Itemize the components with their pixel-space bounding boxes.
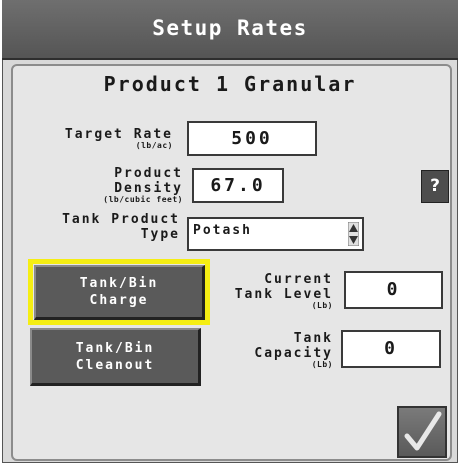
selection-highlight [28, 259, 210, 325]
checkmark-icon [404, 411, 442, 451]
confirm-button[interactable] [397, 406, 447, 458]
product-title: Product 1 Granular [103, 72, 357, 96]
product-density-label: Product Density (lb/cubic feet) [103, 166, 183, 204]
help-button[interactable]: ? [421, 170, 449, 203]
tank-bin-cleanout-button[interactable]: Tank/Bin Cleanout [30, 328, 201, 386]
current-tank-level-label: Current Tank Level (Lb) [234, 272, 333, 310]
title-bar: Setup Rates [2, 0, 458, 60]
target-rate-input[interactable]: 500 [187, 121, 317, 156]
tank-product-type-value: Potash [193, 223, 252, 238]
window-title: Setup Rates [152, 16, 308, 40]
select-arrows-icon [348, 222, 359, 246]
tank-capacity-label: Tank Capacity (Lb) [254, 331, 333, 369]
tank-product-type-select[interactable]: Potash [187, 217, 364, 251]
current-tank-level-input[interactable]: 0 [344, 271, 443, 309]
tank-product-type-label: Tank Product Type [62, 212, 180, 242]
tank-capacity-input[interactable]: 0 [341, 330, 441, 368]
product-density-input[interactable]: 67.0 [192, 168, 284, 203]
target-rate-label: Target Rate (lb/ac) [64, 127, 173, 150]
